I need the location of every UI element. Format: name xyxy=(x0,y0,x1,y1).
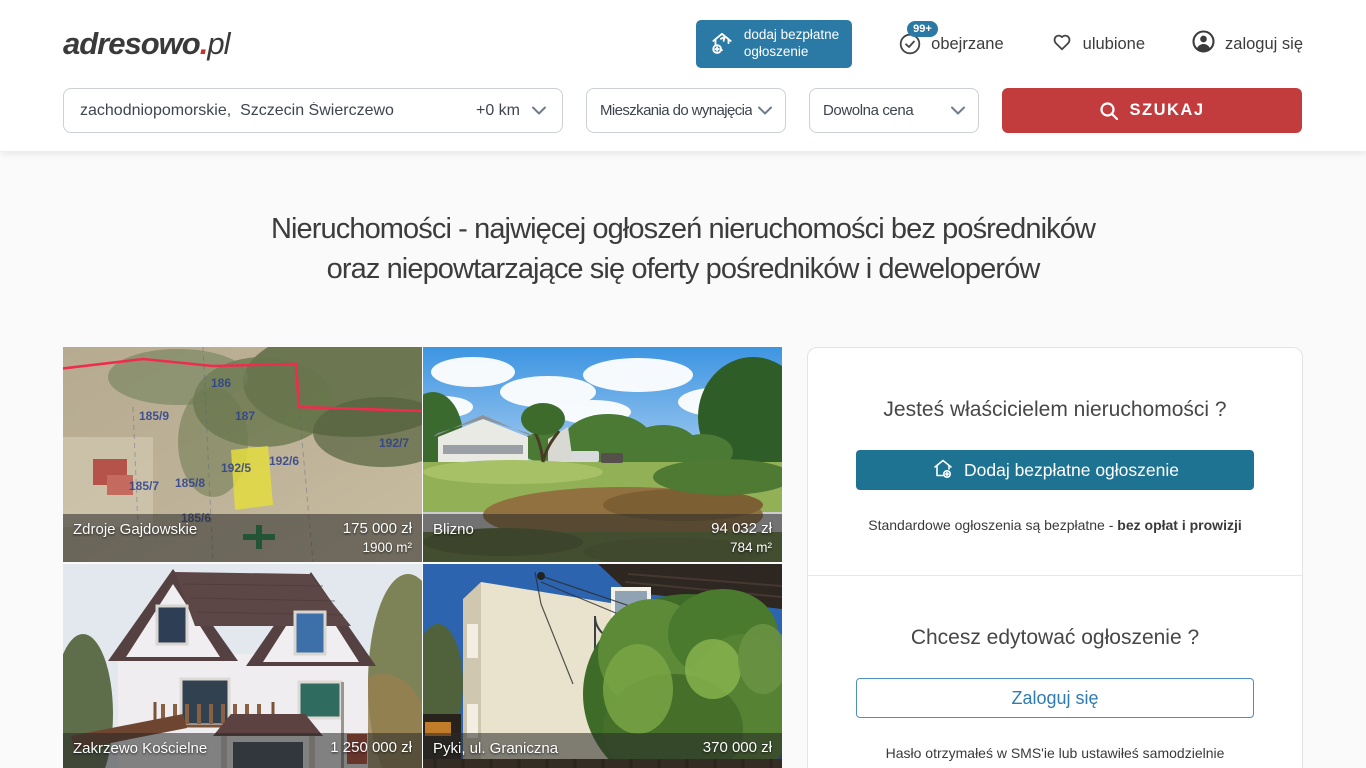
listing-overlay: Pyki, ul. Graniczna 370 000 zł xyxy=(423,733,782,768)
add-free-listing-button[interactable]: Dodaj bezpłatne ogłoszenie xyxy=(856,450,1254,490)
header: adresowo.pl dodaj bezpłatne ogłoszenie xyxy=(0,0,1366,151)
listing-price: 370 000 zł xyxy=(703,739,772,756)
listing-price: 94 032 zł xyxy=(711,520,772,537)
listing-name: Zdroje Gajdowskie xyxy=(73,520,197,538)
page-title: Nieruchomości - najwięcej ogłoszeń nieru… xyxy=(113,209,1253,289)
svg-text:187: 187 xyxy=(235,409,255,423)
add-free-listing-label: Dodaj bezpłatne ogłoszenie xyxy=(964,460,1179,481)
owner-panel: Jesteś właścicielem nieruchomości ? Doda… xyxy=(807,347,1303,768)
user-circle-icon xyxy=(1191,29,1216,59)
login-link[interactable]: zaloguj się xyxy=(1191,29,1303,59)
svg-text:186: 186 xyxy=(211,376,231,390)
listing-name: Zakrzewo Kościelne xyxy=(73,739,207,757)
price-select[interactable]: Dowolna cena xyxy=(809,88,979,133)
radius-select[interactable]: +0 km xyxy=(476,102,546,120)
viewed-count-badge: 99+ xyxy=(907,21,938,37)
svg-text:185/7: 185/7 xyxy=(129,479,159,493)
add-listing-label: dodaj bezpłatne ogłoszenie xyxy=(744,27,839,61)
category-select[interactable]: Mieszkania do wynajęcia xyxy=(586,88,786,133)
search-bar: zachodniopomorskie, Szczecin Świerczewo … xyxy=(63,88,1303,151)
listing-price: 175 000 zł xyxy=(343,520,412,537)
svg-text:185/9: 185/9 xyxy=(139,409,169,423)
edit-note: Hasło otrzymałeś w SMS'ie lub ustawiłeś … xyxy=(856,745,1254,761)
svg-text:192/6: 192/6 xyxy=(269,454,299,468)
house-plus-icon xyxy=(709,29,735,60)
listing-overlay: Zakrzewo Kościelne 1 250 000 zł xyxy=(63,733,422,768)
login-label: zaloguj się xyxy=(1225,35,1303,54)
login-button[interactable]: Zaloguj się xyxy=(856,678,1254,718)
owner-heading: Jesteś właścicielem nieruchomości ? xyxy=(856,398,1254,422)
listing-card[interactable]: Blizno 94 032 zł 784 m² xyxy=(423,347,782,562)
favorites-link[interactable]: ulubione xyxy=(1050,30,1145,59)
radius-value: +0 km xyxy=(476,102,520,120)
viewed-label: obejrzane xyxy=(931,35,1003,54)
chevron-down-icon xyxy=(532,106,546,115)
category-value: Mieszkania do wynajęcia xyxy=(600,102,752,119)
owner-section: Jesteś właścicielem nieruchomości ? Doda… xyxy=(808,348,1302,575)
price-value: Dowolna cena xyxy=(823,102,913,119)
search-button[interactable]: SZUKAJ xyxy=(1002,88,1302,133)
chevron-down-icon xyxy=(951,106,965,115)
house-plus-icon xyxy=(931,456,955,485)
logo-suffix: pl xyxy=(207,26,229,61)
location-value: zachodniopomorskie, Szczecin Świerczewo xyxy=(80,102,476,120)
logo-main: adresowo xyxy=(63,26,200,61)
favorites-label: ulubione xyxy=(1083,35,1145,54)
listing-area: 1900 m² xyxy=(343,540,412,555)
listing-price: 1 250 000 zł xyxy=(330,739,412,756)
listing-name: Pyki, ul. Graniczna xyxy=(433,739,558,757)
svg-text:192/7: 192/7 xyxy=(379,436,409,450)
chevron-down-icon xyxy=(758,106,772,115)
search-button-label: SZUKAJ xyxy=(1129,101,1204,120)
listing-area: 784 m² xyxy=(711,540,772,555)
owner-note: Standardowe ogłoszenia są bezpłatne - be… xyxy=(856,517,1254,533)
logo[interactable]: adresowo.pl xyxy=(63,26,229,62)
listing-overlay: Blizno 94 032 zł 784 m² xyxy=(423,514,782,562)
edit-section: Chcesz edytować ogłoszenie ? Zaloguj się… xyxy=(808,575,1302,768)
location-input[interactable]: zachodniopomorskie, Szczecin Świerczewo … xyxy=(63,88,563,133)
add-listing-button[interactable]: dodaj bezpłatne ogłoszenie xyxy=(696,20,852,68)
listing-card[interactable]: Zakrzewo Kościelne 1 250 000 zł xyxy=(63,564,422,768)
listing-card[interactable]: 186 187 185/9 192/5 192/6 192/7 185/7 18… xyxy=(63,347,422,562)
svg-text:192/5: 192/5 xyxy=(221,461,251,475)
listing-overlay: Zdroje Gajdowskie 175 000 zł 1900 m² xyxy=(63,514,422,562)
listing-name: Blizno xyxy=(433,520,474,538)
listing-card[interactable]: Pyki, ul. Graniczna 370 000 zł xyxy=(423,564,782,768)
edit-heading: Chcesz edytować ogłoszenie ? xyxy=(856,626,1254,650)
svg-text:185/8: 185/8 xyxy=(175,476,205,490)
header-nav: dodaj bezpłatne ogłoszenie 99+ obejrzane xyxy=(696,20,1303,68)
search-icon xyxy=(1099,101,1119,121)
listings-grid: 186 187 185/9 192/5 192/6 192/7 185/7 18… xyxy=(63,347,783,768)
heart-icon xyxy=(1050,30,1074,59)
viewed-link[interactable]: 99+ obejrzane xyxy=(898,32,1003,56)
check-circle-icon: 99+ xyxy=(898,32,922,56)
